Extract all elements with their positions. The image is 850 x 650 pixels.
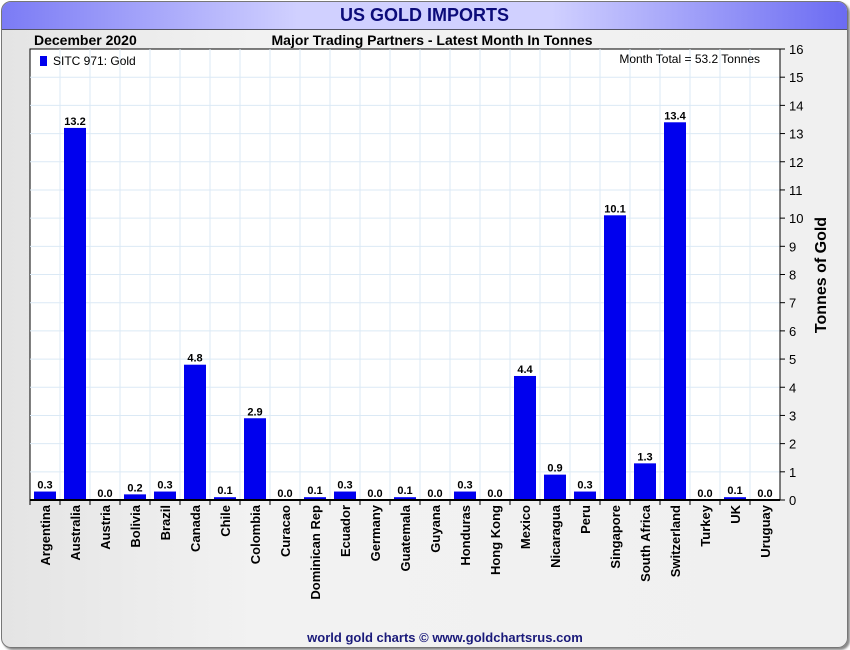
x-tick-label: Austria (98, 504, 113, 550)
x-tick-label: Ecuador (338, 505, 353, 557)
x-tick-label: Peru (578, 505, 593, 534)
legend-swatch (40, 56, 47, 66)
legend-label: SITC 971: Gold (53, 54, 136, 68)
y-tick-label: 3 (789, 408, 796, 423)
y-tick-label: 7 (789, 296, 796, 311)
data-label: 10.1 (604, 203, 625, 215)
data-label: 4.4 (517, 364, 533, 376)
y-tick-label: 8 (789, 268, 796, 283)
bar (634, 463, 656, 500)
x-tick-label: Nicaragua (548, 504, 563, 568)
y-tick-label: 6 (789, 324, 796, 339)
month-total-annotation: Month Total = 53.2 Tonnes (619, 52, 760, 66)
x-tick-label: Dominican Rep (308, 505, 323, 600)
data-label: 0.1 (217, 485, 232, 497)
x-tick-label: UK (728, 504, 743, 523)
data-label: 0.3 (457, 480, 472, 492)
x-tick-label: Argentina (38, 504, 53, 565)
x-tick-label: Canada (188, 504, 203, 552)
data-label: 0.0 (97, 488, 112, 500)
x-tick-label: South Africa (638, 504, 653, 582)
bar (574, 491, 596, 500)
bar (184, 364, 206, 500)
y-tick-label: 0 (789, 493, 796, 508)
data-label: 13.4 (664, 110, 686, 122)
data-label: 0.3 (37, 480, 52, 492)
y-tick-label: 5 (789, 352, 796, 367)
bar (604, 215, 626, 500)
data-label: 0.0 (367, 488, 382, 500)
x-tick-label: Colombia (248, 504, 263, 564)
x-tick-label: Switzerland (668, 505, 683, 577)
bar (514, 375, 536, 500)
date-label: December 2020 (34, 32, 137, 48)
bar (454, 491, 476, 500)
footer-credit: world gold charts © www.goldchartsrus.co… (306, 630, 583, 645)
bar (244, 418, 266, 500)
data-label: 0.1 (727, 485, 742, 497)
bar (154, 491, 176, 500)
x-tick-label: Germany (368, 504, 383, 561)
y-tick-label: 11 (789, 183, 803, 198)
data-label: 0.0 (277, 488, 292, 500)
data-label: 0.3 (157, 480, 172, 492)
y-tick-label: 14 (789, 98, 803, 113)
y-tick-label: 12 (789, 155, 803, 170)
data-label: 2.9 (247, 406, 262, 418)
x-tick-label: Hong Kong (488, 505, 503, 575)
y-tick-label: 10 (789, 211, 803, 226)
y-tick-label: 16 (789, 42, 803, 57)
data-label: 0.1 (307, 485, 322, 497)
x-tick-label: Uruguay (758, 504, 773, 558)
x-tick-label: Australia (68, 504, 83, 560)
x-tick-label: Bolivia (128, 504, 143, 547)
y-tick-label: 15 (789, 70, 803, 85)
x-tick-label: Guatemala (398, 504, 413, 571)
bar (334, 491, 356, 500)
data-label: 0.0 (427, 488, 442, 500)
data-label: 0.0 (487, 488, 502, 500)
bar (544, 474, 566, 500)
bar (664, 122, 686, 500)
data-label: 1.3 (637, 451, 652, 463)
data-label: 0.3 (337, 480, 352, 492)
x-tick-label: Honduras (458, 505, 473, 566)
data-label: 0.2 (127, 482, 142, 494)
y-tick-label: 13 (789, 127, 803, 142)
data-label: 0.1 (397, 485, 412, 497)
data-label: 0.0 (757, 488, 772, 500)
y-tick-label: 4 (789, 380, 796, 395)
x-tick-label: Guyana (428, 504, 443, 552)
x-tick-label: Curacao (278, 505, 293, 557)
bar-chart: December 2020 Major Trading Partners - L… (29, 32, 830, 645)
x-tick-label: Turkey (698, 504, 713, 546)
x-tick-label: Chile (218, 505, 233, 537)
data-label: 13.2 (64, 116, 85, 128)
data-label: 0.0 (697, 488, 712, 500)
chart-subtitle: Major Trading Partners - Latest Month In… (272, 32, 593, 48)
y-tick-label: 1 (789, 465, 796, 480)
bar (64, 127, 86, 501)
chart-window: US GOLD IMPORTS December 2020 Major Trad… (0, 0, 850, 650)
y-axis-label: Tonnes of Gold (813, 217, 830, 333)
x-tick-label: Singapore (608, 505, 623, 569)
x-tick-label: Brazil (158, 505, 173, 540)
bar (34, 491, 56, 500)
y-tick-label: 9 (789, 239, 796, 254)
data-label: 0.3 (577, 480, 592, 492)
data-label: 0.9 (547, 463, 562, 475)
data-label: 4.8 (187, 353, 202, 365)
y-tick-label: 2 (789, 437, 796, 452)
x-tick-label: Mexico (518, 505, 533, 549)
